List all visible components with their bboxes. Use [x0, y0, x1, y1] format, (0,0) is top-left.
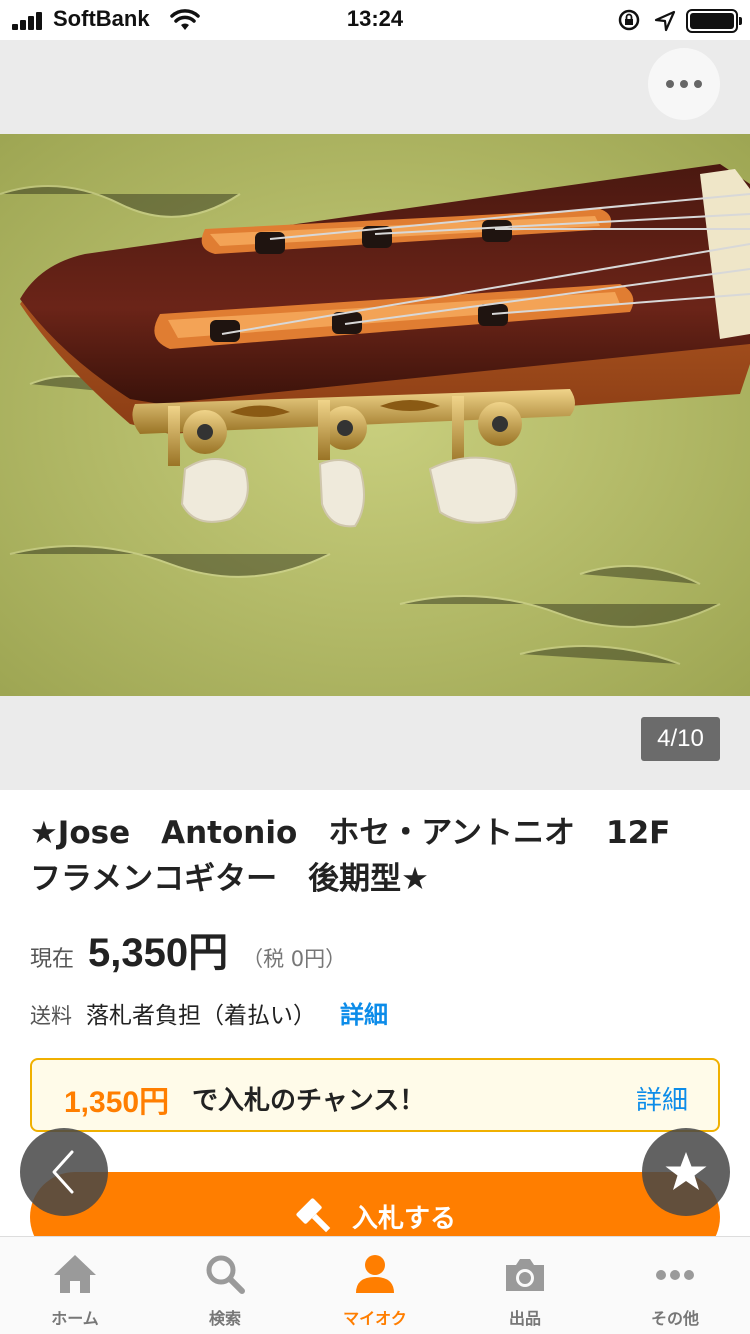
battery-icon: [686, 9, 742, 33]
tab-more[interactable]: その他: [600, 1237, 750, 1334]
star-icon: [665, 1152, 707, 1190]
dot-icon: [666, 80, 674, 88]
chance-amount: 1,350円: [64, 1086, 170, 1119]
gallery-bottom-bar: [0, 696, 750, 790]
gavel-icon: [296, 1198, 331, 1233]
bid-button-label: 入札する: [352, 1204, 457, 1234]
tab-label: その他: [650, 1309, 699, 1328]
tab-label: マイオク: [343, 1309, 407, 1328]
tab-home[interactable]: ホーム: [0, 1237, 150, 1334]
home-icon: [54, 1255, 96, 1293]
price-label: 現在: [30, 947, 75, 972]
tab-sell[interactable]: 出品: [450, 1237, 600, 1334]
camera-icon: [506, 1259, 544, 1291]
current-price: 5,350円: [88, 931, 229, 975]
shipping-label: 送料: [30, 1004, 72, 1028]
tab-label: 出品: [508, 1309, 541, 1328]
shipping-detail-link[interactable]: 詳細: [340, 995, 388, 1030]
tax-amount: （税 0円）: [242, 947, 347, 971]
dot-icon: [680, 80, 688, 88]
gallery-top-bar: [0, 40, 750, 134]
more-icon: [656, 1270, 694, 1280]
shipping-value: 落札者負担（着払い）: [86, 1003, 316, 1029]
tab-search[interactable]: 検索: [150, 1237, 300, 1334]
chance-text: で入札のチャンス！: [192, 1086, 426, 1116]
back-button[interactable]: [20, 1128, 108, 1216]
orientation-lock-icon: [618, 9, 640, 31]
price-row: 現在 5,350円 （税 0円）: [30, 920, 346, 976]
search-icon: [206, 1255, 245, 1294]
watchlist-button[interactable]: [642, 1128, 730, 1216]
user-icon: [356, 1255, 394, 1293]
location-icon: [654, 10, 676, 32]
shipping-row: 送料 落札者負担（着払い） 詳細: [30, 995, 388, 1035]
item-title: ★Jose Antonio ホセ・アントニオ 12F フラメンコギター 後期型★: [30, 815, 702, 897]
bottom-tab-bar: ホーム 検索 マイオク 出品 その他: [0, 1236, 750, 1334]
bid-chance-banner[interactable]: 1,350円 で入札のチャンス！ 詳細: [30, 1058, 720, 1132]
tab-myauction[interactable]: マイオク: [300, 1237, 450, 1334]
item-photo[interactable]: [0, 134, 750, 696]
status-bar: SoftBank 13:24: [0, 0, 750, 40]
chance-detail-link[interactable]: 詳細: [636, 1080, 688, 1117]
chevron-left-icon: [52, 1150, 74, 1194]
guitar-headstock-image: [0, 134, 750, 696]
dot-icon: [694, 80, 702, 88]
tab-label: 検索: [208, 1309, 241, 1328]
tab-label: ホーム: [51, 1309, 99, 1328]
more-options-button[interactable]: [648, 48, 720, 120]
image-counter: 4/10: [641, 717, 720, 761]
